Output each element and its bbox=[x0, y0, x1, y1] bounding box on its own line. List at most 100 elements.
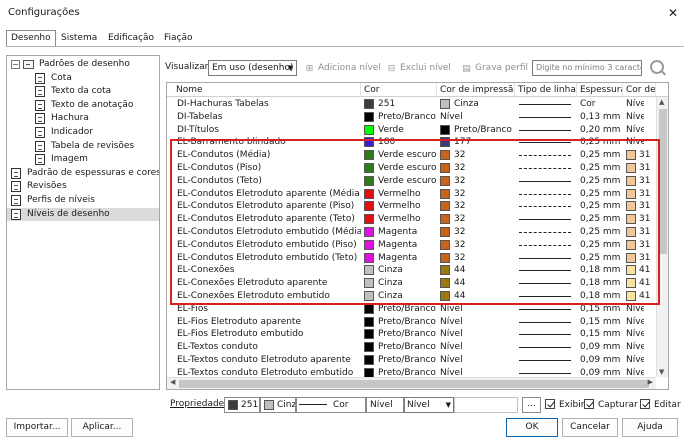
linetype-preview[interactable] bbox=[519, 232, 571, 233]
exibir-checkbox[interactable]: Exibir bbox=[545, 399, 584, 410]
table-row[interactable]: EL-Conexões Eletroduto embutido Cinza 44 0,… bbox=[167, 290, 668, 303]
tree-item[interactable]: Cota bbox=[7, 72, 159, 85]
linetype-preview[interactable] bbox=[519, 321, 571, 323]
color-swatch[interactable] bbox=[364, 99, 374, 109]
print-color-swatch[interactable] bbox=[440, 175, 450, 186]
tree-item[interactable]: Indicador bbox=[7, 126, 159, 139]
capturar-checkbox[interactable]: Capturar bbox=[584, 399, 638, 410]
print-color-swatch[interactable] bbox=[440, 163, 450, 173]
tree-item[interactable]: Perfis de níveis bbox=[7, 194, 159, 207]
linetype-preview[interactable] bbox=[519, 347, 571, 349]
scroll-down-icon[interactable]: ▼ bbox=[659, 368, 664, 376]
column-header[interactable]: Tipo de linha bbox=[515, 83, 577, 97]
table-row[interactable]: EL-Condutos (Piso) Verde escuro 32 0,25 mm 3… bbox=[167, 162, 668, 175]
color-swatch[interactable] bbox=[364, 175, 374, 186]
print-color-swatch[interactable] bbox=[440, 252, 450, 263]
linetype-preview[interactable] bbox=[519, 142, 571, 144]
extra-color-swatch[interactable] bbox=[626, 163, 636, 173]
color-swatch[interactable] bbox=[364, 201, 374, 212]
add-level-button[interactable]: ⊞ Adiciona nível bbox=[304, 61, 381, 75]
color-property-field[interactable]: 251 bbox=[224, 397, 260, 413]
tab-sistema[interactable]: Sistema bbox=[57, 31, 101, 46]
print-color-swatch[interactable] bbox=[440, 291, 450, 301]
table-row[interactable]: EL-Fios Eletroduto aparente Preto/Branco N… bbox=[167, 316, 668, 329]
scroll-left-icon[interactable]: ◀ bbox=[170, 378, 175, 386]
table-row[interactable]: DI-Hachuras Tabelas 251 Cinza Cor Nível bbox=[167, 98, 668, 111]
print-color-swatch[interactable] bbox=[440, 150, 450, 161]
linetype-preview[interactable] bbox=[519, 180, 571, 182]
color-swatch[interactable] bbox=[364, 227, 374, 237]
linetype-preview[interactable] bbox=[519, 372, 571, 374]
color-swatch[interactable] bbox=[364, 111, 374, 122]
tab-fiacao[interactable]: Fiação bbox=[160, 31, 197, 46]
search-icon[interactable] bbox=[650, 60, 664, 74]
tree-item[interactable]: Texto de anotação bbox=[7, 99, 159, 112]
extra-color-swatch[interactable] bbox=[626, 278, 636, 289]
table-row[interactable]: EL-Barramento blindado 180 177 0,25 mm Nível bbox=[167, 136, 668, 149]
linetype-preview[interactable] bbox=[519, 129, 571, 131]
color-swatch[interactable] bbox=[364, 278, 374, 289]
print-color-swatch[interactable] bbox=[440, 188, 450, 199]
print-color-swatch[interactable] bbox=[440, 99, 450, 109]
level-property-select[interactable]: Nível ▼ bbox=[404, 397, 454, 413]
scroll-thumb[interactable] bbox=[659, 109, 667, 254]
apply-button[interactable]: Aplicar... bbox=[71, 418, 133, 437]
linetype-preview[interactable] bbox=[519, 155, 571, 157]
visualizar-select[interactable]: Em uso (desenho) ▼ bbox=[208, 60, 297, 76]
column-header[interactable]: Cor de pr bbox=[623, 83, 656, 97]
hscroll-thumb[interactable] bbox=[179, 380, 649, 388]
print-color-swatch[interactable] bbox=[440, 265, 450, 276]
print-color-swatch[interactable] bbox=[440, 239, 450, 250]
color-swatch[interactable] bbox=[364, 342, 374, 353]
table-row[interactable]: EL-Condutos Eletroduto aparente (Piso) Ve… bbox=[167, 200, 668, 213]
color-swatch[interactable] bbox=[364, 137, 374, 148]
editar-checkbox[interactable]: Editar bbox=[640, 399, 681, 410]
column-header[interactable]: Nome bbox=[173, 83, 361, 97]
ok-button[interactable]: OK bbox=[506, 418, 558, 437]
table-row[interactable]: EL-Fios Eletroduto embutido Preto/Branco N… bbox=[167, 328, 668, 341]
color-swatch[interactable] bbox=[364, 163, 374, 173]
linetype-preview[interactable] bbox=[519, 334, 571, 336]
linetype-preview[interactable] bbox=[519, 308, 571, 310]
extra-color-swatch[interactable] bbox=[626, 175, 636, 186]
color-swatch[interactable] bbox=[364, 265, 374, 276]
linetype-preview[interactable] bbox=[519, 193, 571, 195]
linetype-preview[interactable] bbox=[519, 219, 571, 221]
scroll-right-icon[interactable]: ▶ bbox=[648, 378, 653, 386]
table-row[interactable]: EL-Conexões Eletroduto aparente Cinza 44 0,… bbox=[167, 277, 668, 290]
linetype-preview[interactable] bbox=[519, 257, 571, 259]
column-header[interactable]: Cor bbox=[361, 83, 437, 97]
color-swatch[interactable] bbox=[364, 124, 374, 135]
more-options-button[interactable]: ... bbox=[522, 397, 541, 413]
linetype-preview[interactable] bbox=[519, 206, 571, 208]
table-row[interactable]: DI-Títulos Verde Preto/Branco 0,20 mm Nível bbox=[167, 124, 668, 137]
tab-desenho[interactable]: Desenho bbox=[6, 30, 56, 46]
print-color-swatch[interactable] bbox=[440, 124, 450, 135]
color-swatch[interactable] bbox=[364, 291, 374, 301]
tree-item[interactable]: Hachura bbox=[7, 112, 159, 125]
table-row[interactable]: EL-Condutos Eletroduto aparente (Média) V… bbox=[167, 188, 668, 201]
table-row[interactable]: EL-Fios Preto/Branco Nível 0,15 mm Nível bbox=[167, 303, 668, 316]
linetype-property-field[interactable]: Cor bbox=[296, 397, 366, 413]
extra-color-swatch[interactable] bbox=[626, 150, 636, 161]
print-color-swatch[interactable] bbox=[440, 137, 450, 148]
tree-item[interactable]: Níveis de desenho bbox=[7, 207, 159, 221]
linetype-preview[interactable] bbox=[519, 244, 571, 246]
table-row[interactable]: EL-Textos conduto Eletroduto aparente Pre… bbox=[167, 354, 668, 367]
extra-color-swatch[interactable] bbox=[626, 291, 636, 301]
color-swatch[interactable] bbox=[364, 150, 374, 161]
settings-tree[interactable]: − Padrões de desenho Cota Texto da cota Text… bbox=[6, 55, 160, 390]
linetype-preview[interactable] bbox=[519, 360, 571, 361]
table-row[interactable]: EL-Condutos (Média) Verde escuro 32 0,25 mm… bbox=[167, 149, 668, 162]
linetype-preview[interactable] bbox=[519, 283, 571, 285]
table-row[interactable]: EL-Condutos Eletroduto aparente (Teto) Ve… bbox=[167, 213, 668, 226]
linetype-preview[interactable] bbox=[519, 270, 571, 272]
extra-color-swatch[interactable] bbox=[626, 265, 636, 276]
print-color-swatch[interactable] bbox=[440, 201, 450, 212]
table-row[interactable]: EL-Condutos (Teto) Verde escuro 32 0,25 mm 3… bbox=[167, 175, 668, 188]
print-color-property-field[interactable]: Cinza bbox=[260, 397, 296, 413]
table-row[interactable]: EL-Condutos Eletroduto embutido (Piso) Ma… bbox=[167, 239, 668, 252]
table-row[interactable]: EL-Condutos Eletroduto embutido (Teto) Ma… bbox=[167, 252, 668, 265]
linetype-preview[interactable] bbox=[519, 116, 571, 118]
color-swatch[interactable] bbox=[364, 355, 374, 365]
